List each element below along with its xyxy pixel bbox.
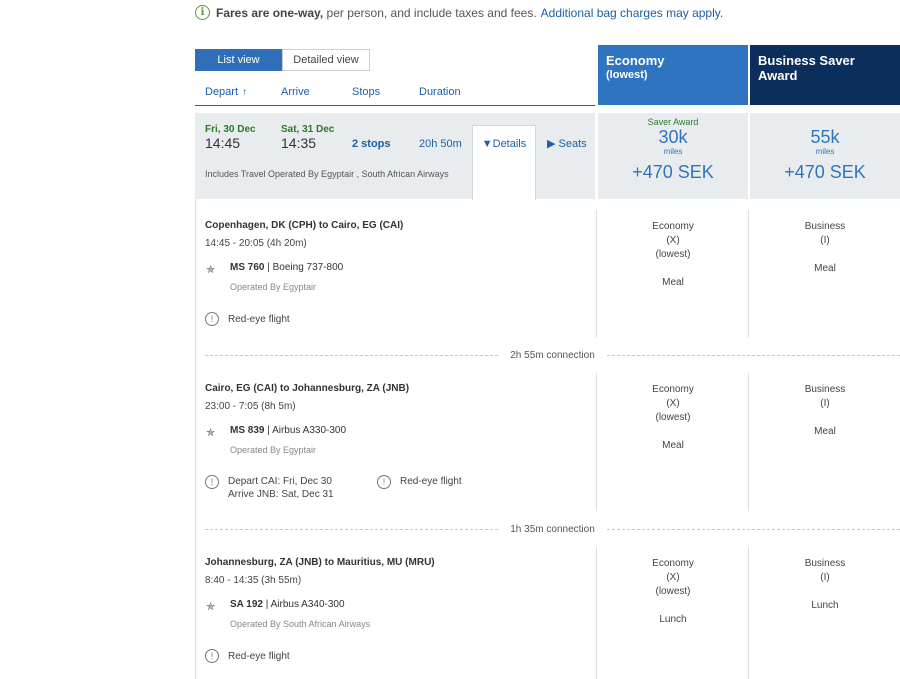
segment-flight: SA 192 | Airbus A340-300 bbox=[230, 599, 345, 610]
divider bbox=[596, 547, 597, 679]
divider bbox=[596, 210, 597, 338]
sort-arrive[interactable]: Arrive bbox=[281, 86, 310, 98]
notice-text: per person, and include taxes and fees. bbox=[326, 5, 537, 20]
details-tab[interactable]: ▼Details bbox=[472, 125, 536, 200]
sort-duration[interactable]: Duration bbox=[419, 86, 461, 98]
economy-title: Economy bbox=[606, 53, 665, 68]
list-view-button[interactable]: List view bbox=[195, 49, 282, 71]
segment-operator: Operated By Egyptair bbox=[230, 282, 317, 292]
business-class-info: Business (I) Meal bbox=[804, 384, 846, 437]
notice-bold: Fares are one-way, bbox=[216, 5, 324, 20]
economy-miles: 30k bbox=[658, 127, 688, 147]
operated-carriers-note: Includes Travel Operated By Egyptair , S… bbox=[205, 169, 449, 179]
warning-icon: ! bbox=[377, 475, 391, 489]
red-eye-warning: Red-eye flight bbox=[228, 651, 290, 662]
arrow-up-icon: ↑ bbox=[242, 87, 248, 98]
business-fare-header[interactable]: Business Saver Award bbox=[750, 45, 900, 105]
depart-block: Fri, 30 Dec 14:45 bbox=[205, 124, 256, 151]
caret-right-icon: ▶ bbox=[547, 138, 556, 150]
economy-sek: +470 SEK bbox=[632, 162, 714, 182]
connection-time: 2h 55m connection bbox=[510, 349, 595, 361]
info-icon: i bbox=[195, 5, 210, 20]
seats-label: Seats bbox=[558, 138, 587, 150]
segment-operator: Operated By Egyptair bbox=[230, 445, 317, 455]
connection-divider: 2h 55m connection bbox=[205, 349, 900, 361]
economy-miles-unit: miles bbox=[663, 147, 683, 156]
arrive-time: 14:35 bbox=[281, 135, 317, 151]
economy-class-info: Economy (X) (lowest) Lunch bbox=[652, 558, 694, 625]
divider bbox=[748, 210, 749, 338]
segment-route: Johannesburg, ZA (JNB) to Mauritius, MU … bbox=[205, 557, 435, 568]
economy-price-cell[interactable]: Saver Award 30k miles +470 SEK bbox=[598, 113, 748, 199]
segment-time: 23:00 - 7:05 (8h 5m) bbox=[205, 401, 296, 412]
segment-flight: MS 839 | Airbus A330-300 bbox=[230, 425, 347, 436]
economy-fare-header[interactable]: Economy (lowest) bbox=[598, 45, 748, 105]
warning-icon: ! bbox=[205, 475, 219, 489]
segment-route: Copenhagen, DK (CPH) to Cairo, EG (CAI) bbox=[205, 220, 404, 231]
segment-flight: MS 760 | Boeing 737-800 bbox=[230, 262, 344, 273]
divider bbox=[596, 373, 597, 511]
connection-time: 1h 35m connection bbox=[510, 523, 595, 535]
connection-divider: 1h 35m connection bbox=[205, 523, 900, 535]
business-miles-unit: miles bbox=[815, 147, 835, 156]
fare-notice: i Fares are one-way, per person, and inc… bbox=[195, 5, 723, 20]
segment-time: 14:45 - 20:05 (4h 20m) bbox=[205, 238, 307, 249]
economy-subtitle: (lowest) bbox=[606, 69, 648, 81]
business-miles: 55k bbox=[810, 127, 840, 147]
details-label: Details bbox=[492, 138, 527, 150]
business-title: Business Saver Award bbox=[758, 53, 855, 83]
depart-time: 14:45 bbox=[205, 135, 241, 151]
detailed-view-button[interactable]: Detailed view bbox=[282, 49, 370, 71]
caret-down-icon: ▼ bbox=[481, 138, 493, 150]
date-change-note: Depart CAI: Fri, Dec 30 Arrive JNB: Sat, … bbox=[228, 476, 334, 500]
business-price-cell[interactable]: . 55k miles +470 SEK bbox=[750, 113, 900, 199]
business-sek: +470 SEK bbox=[784, 162, 866, 182]
divider bbox=[748, 373, 749, 511]
depart-date: Fri, 30 Dec bbox=[205, 124, 256, 135]
warning-icon: ! bbox=[205, 312, 219, 326]
bag-charges-link[interactable]: Additional bag charges may apply. bbox=[541, 6, 724, 20]
sort-depart[interactable]: Depart ↑ bbox=[205, 86, 247, 98]
economy-class-info: Economy (X) (lowest) Meal bbox=[652, 221, 694, 288]
business-class-info: Business (I) Meal bbox=[804, 221, 846, 274]
star-alliance-icon: ✯ bbox=[206, 601, 216, 613]
seats-link[interactable]: ▶ Seats bbox=[547, 137, 587, 150]
duration-value[interactable]: 20h 50m bbox=[419, 138, 462, 150]
warning-icon: ! bbox=[205, 649, 219, 663]
business-class-info: Business (I) Lunch bbox=[804, 558, 846, 611]
segment-time: 8:40 - 14:35 (3h 55m) bbox=[205, 575, 302, 586]
segment-operator: Operated By South African Airways bbox=[230, 619, 371, 629]
segment-route: Cairo, EG (CAI) to Johannesburg, ZA (JNB… bbox=[205, 383, 410, 394]
economy-class-info: Economy (X) (lowest) Meal bbox=[652, 384, 694, 451]
arrive-block: Sat, 31 Dec 14:35 bbox=[281, 124, 334, 151]
arrive-date: Sat, 31 Dec bbox=[281, 124, 335, 135]
star-alliance-icon: ✯ bbox=[206, 264, 216, 276]
red-eye-warning: Red-eye flight bbox=[228, 314, 290, 325]
divider bbox=[748, 547, 749, 679]
stops-link[interactable]: 2 stops bbox=[352, 138, 391, 150]
star-alliance-icon: ✯ bbox=[206, 427, 216, 439]
sort-header-row bbox=[195, 86, 595, 106]
saver-award-label: Saver Award bbox=[647, 117, 699, 127]
sort-stops[interactable]: Stops bbox=[352, 86, 380, 98]
red-eye-warning: Red-eye flight bbox=[400, 476, 462, 487]
